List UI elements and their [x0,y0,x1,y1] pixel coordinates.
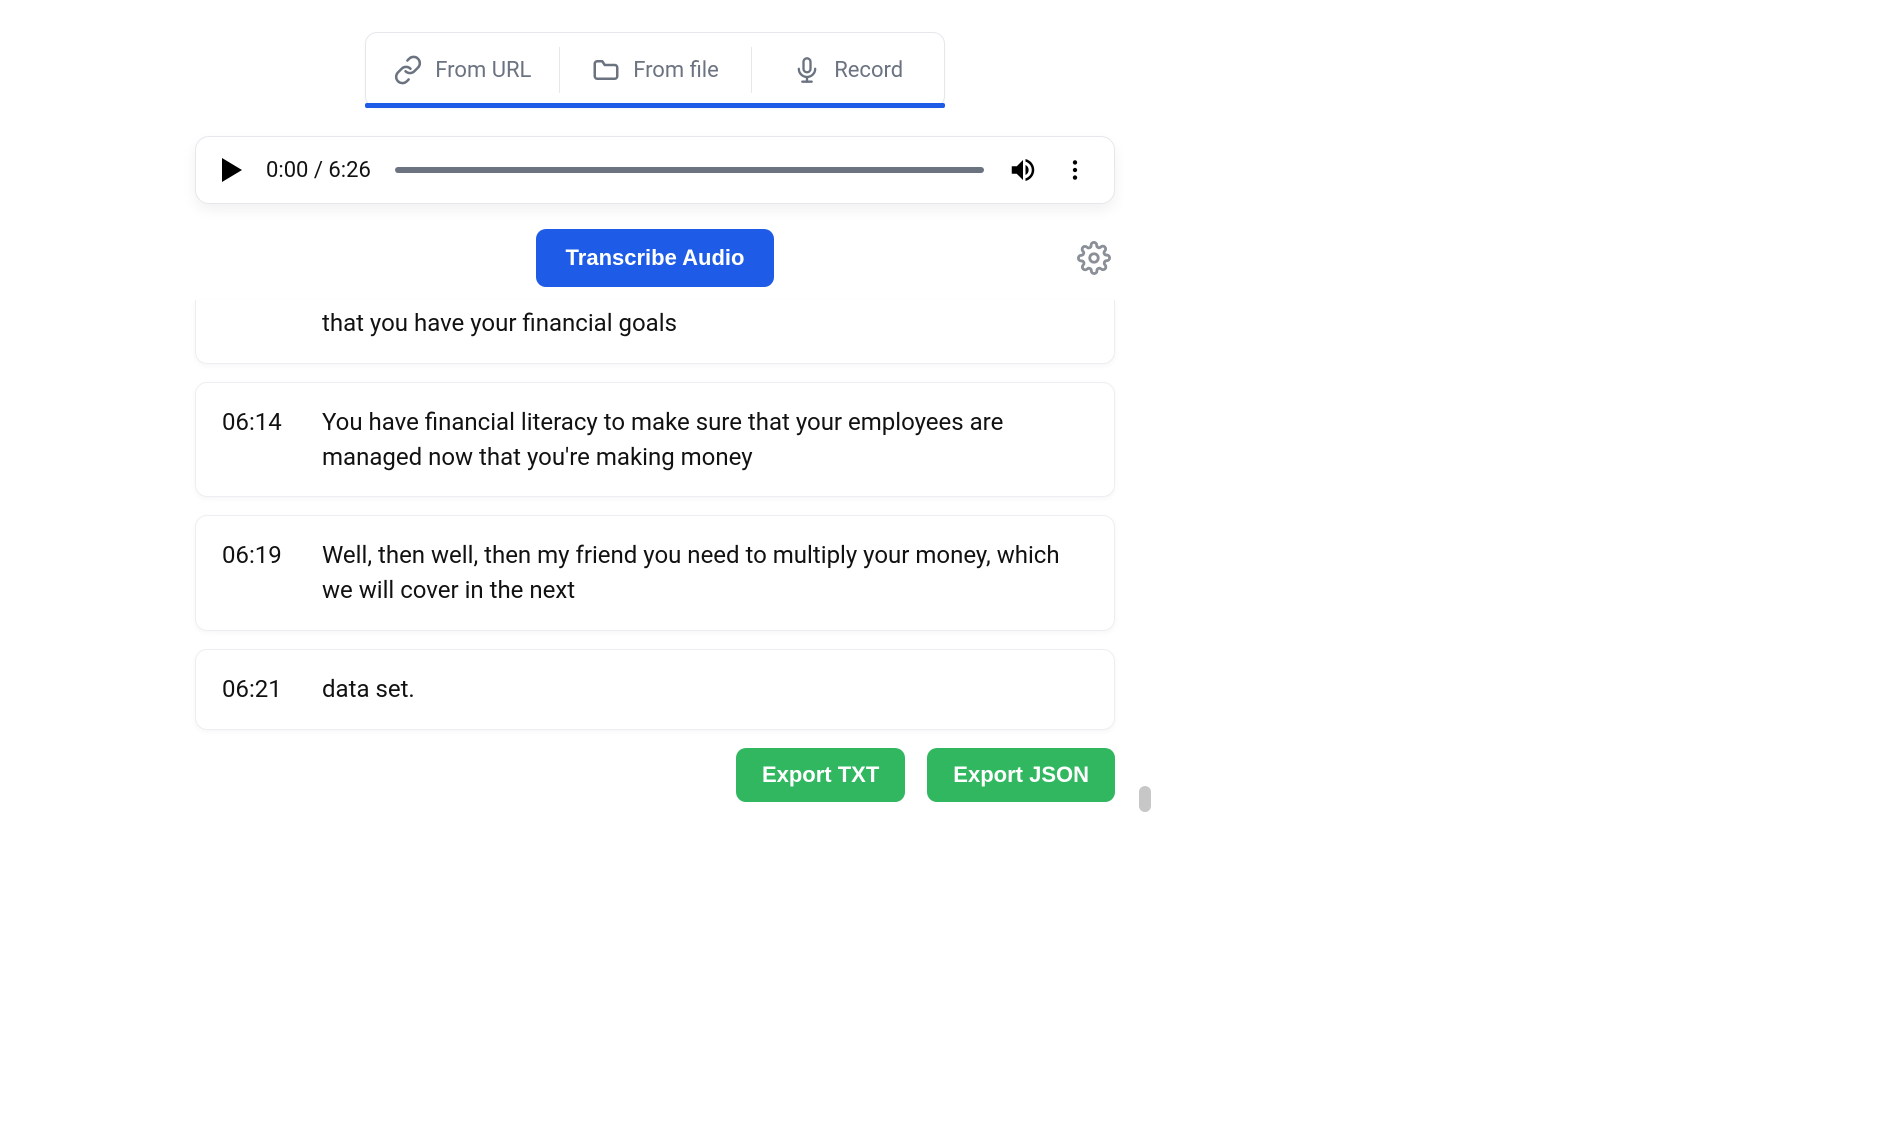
segment-text: You have financial literacy to make sure… [322,405,1088,475]
total-time: 6:26 [328,158,370,183]
source-tabs: From URL From file [365,32,945,108]
segment-text: Well, then well, then my friend you need… [322,538,1088,608]
segment-time [222,306,294,341]
export-row: Export TXT Export JSON [195,748,1115,802]
app-container: From URL From file [195,32,1115,802]
transcript-list: that you have your financial goals 06:14… [195,300,1115,802]
transcript-segment[interactable]: that you have your financial goals [195,300,1115,364]
transcript-segment[interactable]: 06:19 Well, then well, then my friend yo… [195,515,1115,631]
tab-from-url[interactable]: From URL [366,33,559,107]
microphone-icon [792,55,822,85]
tab-record-label: Record [834,58,903,83]
time-separator: / [308,158,328,183]
scrollbar-thumb[interactable] [1139,786,1151,812]
tab-from-url-label: From URL [435,58,531,83]
volume-icon[interactable] [1008,155,1038,185]
segment-time: 06:21 [222,672,294,707]
transcribe-button[interactable]: Transcribe Audio [536,229,775,287]
export-txt-button[interactable]: Export TXT [736,748,905,802]
current-time: 0:00 [266,158,308,183]
play-button[interactable] [222,158,242,182]
transcript-segment[interactable]: 06:21 data set. [195,649,1115,730]
seek-bar[interactable] [395,167,984,173]
segment-text: that you have your financial goals [322,306,1088,341]
transcript-segment[interactable]: 06:14 You have financial literacy to mak… [195,382,1115,498]
segment-time: 06:14 [222,405,294,475]
playback-time: 0:00 / 6:26 [266,158,371,183]
segment-text: data set. [322,672,1088,707]
link-icon [393,55,423,85]
source-tabs-inner: From URL From file [365,32,945,108]
export-json-button[interactable]: Export JSON [927,748,1115,802]
tab-from-file[interactable]: From file [559,33,752,107]
action-row: Transcribe Audio [195,228,1115,288]
tab-from-file-label: From file [633,58,719,83]
tab-record[interactable]: Record [751,33,944,107]
more-options-icon[interactable] [1062,157,1088,183]
tabs-active-indicator [365,103,945,108]
audio-player: 0:00 / 6:26 [195,136,1115,204]
settings-icon[interactable] [1077,241,1111,275]
segment-time: 06:19 [222,538,294,608]
folder-icon [591,55,621,85]
